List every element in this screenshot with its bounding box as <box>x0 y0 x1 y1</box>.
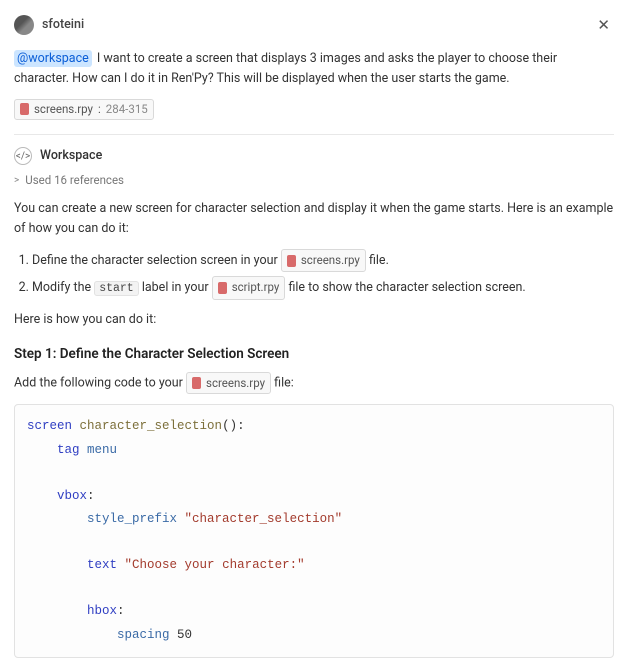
file-chip-name: screens.rpy <box>206 374 265 392</box>
file-icon <box>287 255 296 267</box>
file-icon <box>218 282 227 294</box>
list-item: Modify the start label in your script.rp… <box>32 276 614 300</box>
section-intro: Add the following code to your screens.r… <box>14 372 614 394</box>
file-icon <box>20 103 29 115</box>
file-chip[interactable]: screens.rpy:284-315 <box>14 99 154 120</box>
file-chip-name: screens.rpy <box>301 251 360 271</box>
references-toggle[interactable]: > Used 16 references <box>14 172 614 189</box>
response-intro: You can create a new screen for characte… <box>14 199 614 239</box>
workspace-icon: </> <box>14 147 32 165</box>
steps-list: Define the character selection screen in… <box>32 249 614 300</box>
user-message: @workspace I want to create a screen tha… <box>14 49 614 89</box>
avatar <box>14 15 34 35</box>
user-message-text: I want to create a screen that displays … <box>14 51 557 86</box>
file-chip-name: script.rpy <box>232 278 280 298</box>
file-chip[interactable]: screens.rpy <box>186 372 271 394</box>
howto-text: Here is how you can do it: <box>14 310 614 330</box>
file-icon <box>192 377 201 389</box>
file-chip[interactable]: script.rpy <box>212 276 286 300</box>
section-heading: Step 1: Define the Character Selection S… <box>14 344 614 364</box>
file-chip[interactable]: screens.rpy <box>281 249 366 273</box>
file-chip-lines: 284-315 <box>106 101 148 118</box>
divider <box>14 134 614 135</box>
workspace-mention: @workspace <box>14 50 92 67</box>
code-block[interactable]: screen character_selection(): tag menu v… <box>14 404 614 657</box>
references-label: Used 16 references <box>25 172 124 189</box>
list-item: Define the character selection screen in… <box>32 249 614 273</box>
file-chip-name: screens.rpy <box>34 101 93 118</box>
inline-code: start <box>94 281 139 296</box>
close-icon[interactable]: ✕ <box>593 12 614 39</box>
chevron-right-icon: > <box>14 173 19 188</box>
username: sfoteini <box>42 16 84 35</box>
workspace-title: Workspace <box>40 147 102 166</box>
